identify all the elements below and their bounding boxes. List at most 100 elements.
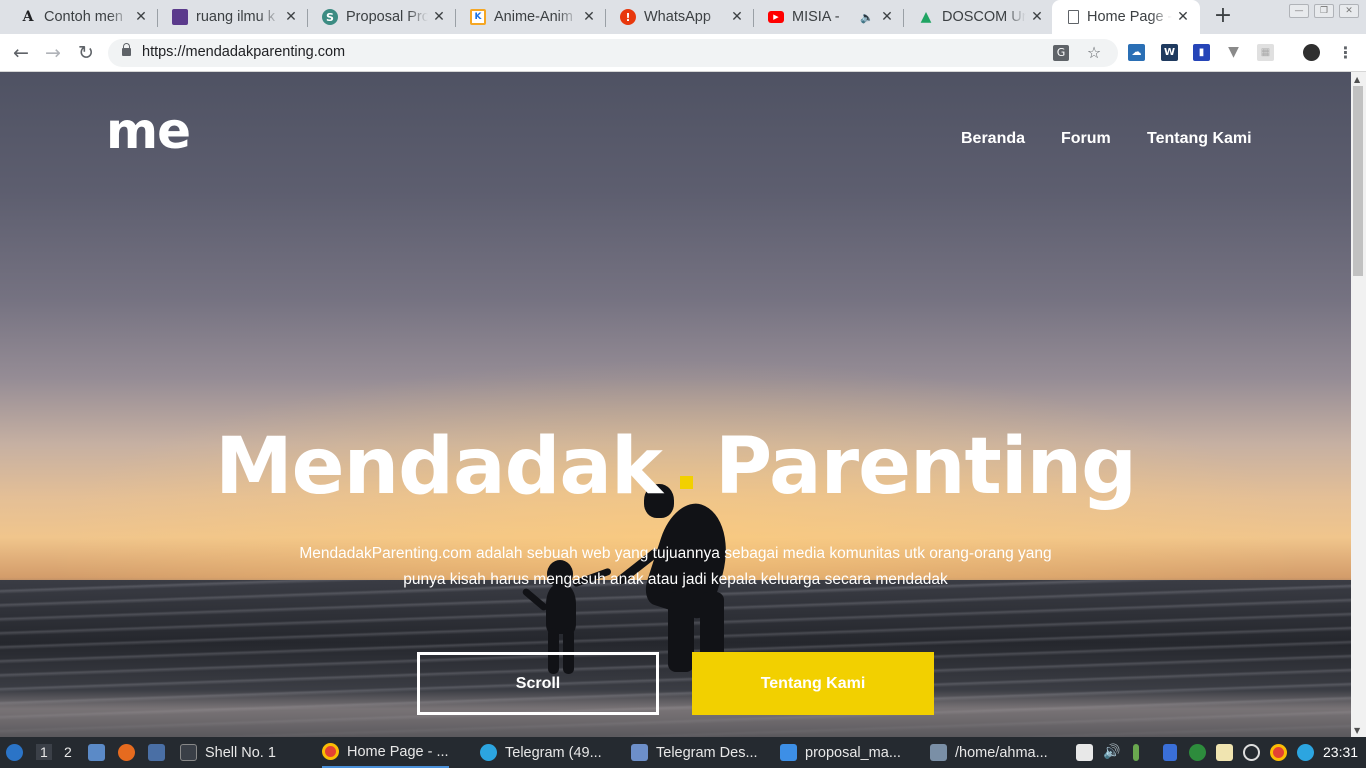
bookmark-star-icon[interactable]: ☆: [1085, 44, 1103, 62]
telegram-icon: [480, 744, 497, 761]
signal-icon[interactable]: [1163, 744, 1177, 761]
hero-description: MendadakParenting.com adalah sebuah web …: [299, 545, 1052, 588]
notes-tray-icon[interactable]: [1076, 744, 1093, 761]
tab-title: Contoh men: [44, 9, 123, 25]
tab-title: Proposal Pro: [346, 9, 428, 25]
close-icon[interactable]: ✕: [880, 9, 894, 25]
chrome-tray-icon[interactable]: [1270, 744, 1287, 761]
close-icon[interactable]: ✕: [1030, 9, 1044, 25]
folder-icon: [631, 744, 648, 761]
scroll-down-arrow-icon[interactable]: ▼: [1354, 726, 1360, 735]
hero-title-left: Mendadak: [215, 422, 663, 512]
close-window-button[interactable]: ✕: [1339, 4, 1359, 18]
task-telegram[interactable]: Telegram (49...: [480, 737, 602, 768]
tab-contoh[interactable]: A Contoh men ✕: [6, 0, 158, 34]
tab-title: Home Page -: [1087, 9, 1172, 25]
close-icon[interactable]: ✕: [134, 9, 148, 25]
tab-misia[interactable]: ▶ MISIA - 🔈 ✕: [754, 0, 904, 34]
task-label: proposal_ma...: [805, 744, 901, 761]
nav-tentang-kami[interactable]: Tentang Kami: [1147, 130, 1252, 148]
translate-icon[interactable]: G: [1053, 45, 1069, 61]
lock-icon: [122, 43, 131, 56]
new-tab-button[interactable]: +: [1212, 5, 1234, 27]
close-icon[interactable]: ✕: [1176, 9, 1190, 25]
battery-icon[interactable]: [1133, 744, 1139, 761]
tab-whatsapp[interactable]: ! WhatsApp ✕: [606, 0, 754, 34]
youtube-icon: ▶: [768, 11, 784, 23]
page-viewport: me Beranda Forum Tentang Kami Mendadak Pa…: [0, 72, 1351, 737]
workspace-1[interactable]: 1: [36, 744, 52, 760]
volume-icon[interactable]: 🔊: [1103, 744, 1120, 761]
nav-beranda[interactable]: Beranda: [961, 130, 1025, 148]
file-manager-icon[interactable]: [88, 744, 105, 761]
task-shell[interactable]: Shell No. 1: [180, 737, 276, 768]
task-label: Telegram Des...: [656, 744, 758, 761]
hero-title-right: Parenting: [714, 422, 1137, 512]
alert-icon: !: [620, 9, 636, 25]
google-drive-icon: ▲: [920, 9, 932, 25]
scroll-thumb[interactable]: [1353, 86, 1363, 276]
task-home-folder[interactable]: /home/ahma...: [930, 737, 1048, 768]
page-scrollbar[interactable]: ▲ ▼: [1351, 72, 1366, 737]
close-icon[interactable]: ✕: [432, 9, 446, 25]
maximize-button[interactable]: ❐: [1314, 4, 1334, 18]
site-logo[interactable]: me: [106, 102, 191, 160]
profile-avatar[interactable]: [1303, 44, 1320, 61]
workspace-2[interactable]: 2: [64, 744, 72, 760]
address-bar[interactable]: https://mendadakparenting.com G ☆: [108, 39, 1118, 67]
chrome-icon: [322, 743, 339, 760]
browser-toolbar: ← → ↻ https://mendadakparenting.com G ☆ …: [0, 34, 1366, 72]
ruang-ilmu-icon: [172, 9, 188, 25]
clipboard-icon[interactable]: [1216, 744, 1233, 761]
tentang-kami-button[interactable]: Tentang Kami: [692, 652, 934, 715]
extension-cloud-icon[interactable]: ☁: [1128, 44, 1145, 61]
task-label: /home/ahma...: [955, 744, 1048, 761]
page-icon: [1068, 10, 1079, 24]
task-proposal[interactable]: proposal_ma...: [780, 737, 901, 768]
scroll-up-arrow-icon[interactable]: ▲: [1354, 75, 1360, 84]
menu-kebab-icon[interactable]: ⋮: [1337, 44, 1354, 61]
letter-a-icon: A: [22, 9, 34, 25]
tab-home-page[interactable]: Home Page - ✕: [1052, 0, 1200, 34]
close-icon[interactable]: ✕: [582, 9, 596, 25]
tab-ruang-ilmu[interactable]: ruang ilmu k ✕: [158, 0, 308, 34]
firefox-icon[interactable]: [118, 744, 135, 761]
tab-strip: A Contoh men ✕ ruang ilmu k ✕ S Proposal…: [0, 0, 1366, 34]
tab-doscom[interactable]: ▲ DOSCOM Un ✕: [904, 0, 1054, 34]
shore-background: [0, 690, 1351, 737]
forward-button[interactable]: →: [41, 41, 65, 65]
wps-writer-icon: [780, 744, 797, 761]
url-text[interactable]: https://mendadakparenting.com: [142, 44, 345, 60]
extension-w-icon[interactable]: W: [1161, 44, 1178, 61]
extension-v-icon[interactable]: ▼: [1225, 44, 1242, 61]
start-menu-icon[interactable]: [6, 744, 23, 761]
back-button[interactable]: ←: [9, 41, 33, 65]
minimize-button[interactable]: —: [1289, 4, 1309, 18]
extension-bar-icon[interactable]: ▮: [1193, 44, 1210, 61]
sync-icon[interactable]: [1189, 744, 1206, 761]
speaker-icon[interactable]: 🔈: [858, 11, 876, 24]
hero-title: Mendadak Parenting: [0, 422, 1351, 512]
close-icon[interactable]: ✕: [284, 9, 298, 25]
task-telegram-desktop[interactable]: Telegram Des...: [631, 737, 758, 768]
tab-proposal[interactable]: S Proposal Pro ✕: [308, 0, 456, 34]
reload-button[interactable]: ↻: [74, 41, 98, 65]
terminal-icon: [180, 744, 197, 761]
tab-anime[interactable]: K Anime-Anim ✕: [456, 0, 606, 34]
accent-dot: [679, 476, 693, 489]
task-chrome[interactable]: Home Page - ...: [322, 737, 449, 768]
scroll-button[interactable]: Scroll: [417, 652, 659, 715]
close-icon[interactable]: ✕: [730, 9, 744, 25]
image-viewer-icon: [930, 744, 947, 761]
proposal-icon: S: [322, 9, 338, 25]
nav-forum[interactable]: Forum: [1061, 130, 1111, 148]
network-icon[interactable]: [1243, 744, 1260, 761]
parent-leg-silhouette: [668, 592, 694, 672]
desktop-icon[interactable]: [148, 744, 165, 761]
extension-grid-icon[interactable]: ▦: [1257, 44, 1274, 61]
os-taskbar: 1 2 Shell No. 1 Home Page - ... Telegram…: [0, 737, 1366, 768]
tab-title: WhatsApp: [644, 9, 711, 25]
telegram-tray-icon[interactable]: [1297, 744, 1314, 761]
kaskus-icon: K: [470, 9, 486, 25]
tab-title: Anime-Anim: [494, 9, 573, 25]
